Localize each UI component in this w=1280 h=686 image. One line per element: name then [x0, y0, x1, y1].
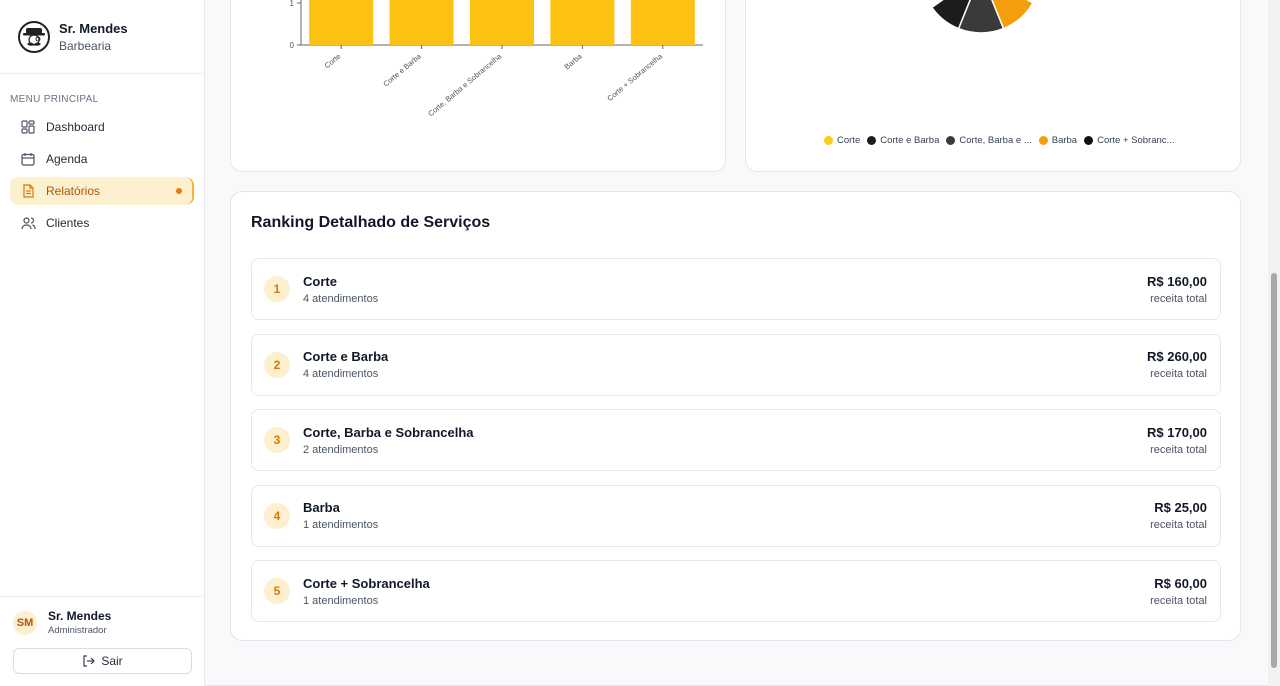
calendar-icon — [20, 151, 36, 167]
sidebar-footer: SM Sr. Mendes Administrador Sair — [0, 596, 205, 686]
sidebar-item-label: Relatórios — [46, 184, 101, 198]
services-bar-chart-card: 0 1 Corte Corte e Barba Corte, Barba e Sobra… — [230, 0, 726, 172]
ranking-title: Ranking Detalhado de Serviços — [251, 214, 491, 231]
ranking-item: 1 Corte 4 atendimentos R$ 160,00 receita t… — [251, 258, 1221, 320]
sidebar: Sr. Mendes Barbearia MENU PRINCIPAL Dash… — [0, 0, 205, 686]
sidebar-item-dashboard[interactable]: Dashboard — [10, 113, 194, 141]
service-count: 2 atendimentos — [303, 443, 379, 456]
legend-dot — [867, 136, 877, 145]
service-count: 1 atendimentos — [303, 519, 379, 531]
pie-legend: Corte Corte e Barba Corte, Barba e ... B… — [824, 135, 1181, 146]
brand-subtitle: Barbearia — [59, 38, 112, 53]
services-pie-chart — [930, 0, 1034, 34]
legend-item: Corte + Sobranc... — [1084, 135, 1174, 146]
revenue-label: receita total — [1150, 368, 1207, 380]
service-revenue: R$ 160,00 — [1147, 273, 1207, 289]
service-count: 1 atendimentos — [303, 594, 379, 607]
scrollbar[interactable] — [1268, 0, 1280, 686]
legend-label: Barba — [1051, 135, 1078, 146]
revenue-label: receita total — [1150, 519, 1207, 531]
service-revenue: R$ 170,00 — [1147, 424, 1207, 440]
x-tick-label: Barba — [563, 51, 585, 71]
service-revenue: R$ 25,00 — [1154, 500, 1207, 515]
brand: Sr. Mendes Barbearia — [0, 0, 204, 74]
sidebar-item-agenda[interactable]: Agenda — [10, 145, 194, 173]
ranking-item: 4 Barba 1 atendimentos R$ 25,00 receita to… — [251, 484, 1221, 547]
bar[interactable] — [470, 0, 534, 45]
rank-badge: 4 — [264, 502, 290, 529]
y-tick-label: 1 — [290, 0, 295, 8]
sidebar-item-label: Agenda — [46, 152, 88, 166]
legend-item: Barba — [1038, 135, 1078, 146]
service-count: 4 atendimentos — [303, 368, 379, 380]
legend-item: Corte e Barba — [867, 135, 939, 146]
user-name: Sr. Mendes — [48, 609, 112, 623]
y-tick-label: 0 — [290, 41, 295, 50]
x-tick-label: Corte + Sobrancelha — [605, 51, 664, 103]
sidebar-item-relatorios[interactable]: Relatórios — [10, 177, 194, 205]
logout-label: Sair — [101, 654, 123, 668]
revenue-label: receita total — [1150, 292, 1207, 305]
sidebar-item-clientes[interactable]: Clientes — [10, 209, 194, 237]
x-tick-label: Corte — [323, 52, 343, 71]
service-revenue: R$ 260,00 — [1147, 349, 1207, 364]
scrollbar-thumb[interactable] — [1271, 273, 1277, 668]
legend-dot — [946, 136, 956, 145]
service-count: 4 atendimentos — [303, 292, 379, 305]
legend-dot — [1038, 136, 1048, 145]
services-pie-chart-card: Corte Corte e Barba Corte, Barba e ... B… — [745, 0, 1241, 172]
logout-button[interactable]: Sair — [13, 648, 192, 674]
legend-label: Corte, Barba e ... — [959, 135, 1032, 146]
dashboard-icon — [20, 119, 36, 135]
rank-badge: 3 — [264, 427, 290, 453]
users-icon — [20, 215, 36, 231]
ranking-item: 5 Corte + Sobrancelha 1 atendimentos R$ 6… — [251, 560, 1221, 622]
sidebar-item-label: Dashboard — [46, 120, 105, 134]
legend-item: Corte — [824, 135, 860, 146]
rank-badge: 5 — [264, 578, 290, 604]
menu-title: MENU PRINCIPAL — [10, 94, 99, 105]
ranking-item: 2 Corte e Barba 4 atendimentos R$ 260,00 r… — [251, 333, 1221, 396]
user-role: Administrador — [48, 625, 107, 636]
avatar: SM — [13, 610, 37, 635]
bar[interactable] — [389, 0, 454, 45]
ranking-item: 3 Corte, Barba e Sobrancelha 2 atendiment… — [251, 409, 1221, 471]
bar[interactable] — [630, 0, 695, 46]
user-profile: SM Sr. Mendes Administrador — [13, 609, 192, 636]
revenue-label: receita total — [1150, 443, 1207, 456]
barber-logo-icon — [18, 20, 50, 53]
legend-dot — [824, 136, 833, 145]
ranking-card: Ranking Detalhado de Serviços 1 Corte 4 a… — [230, 191, 1241, 641]
service-name: Corte e Barba — [303, 349, 389, 364]
bar[interactable] — [309, 0, 374, 45]
ranking-list: 1 Corte 4 atendimentos R$ 160,00 receita t… — [251, 258, 1221, 636]
service-name: Corte + Sobrancelha — [303, 575, 430, 591]
x-tick-label: Corte, Barba e Sobrancelha — [426, 51, 504, 118]
logout-icon — [82, 655, 96, 667]
rank-badge: 1 — [264, 276, 290, 302]
service-name: Barba — [303, 500, 340, 515]
rank-badge: 2 — [264, 351, 290, 378]
x-tick-label: Corte e Barba — [381, 51, 423, 88]
report-icon — [20, 183, 36, 199]
services-bar-chart: 0 1 Corte Corte e Barba Corte, Barba e Sobra… — [290, 0, 703, 118]
service-name: Corte, Barba e Sobrancelha — [303, 424, 474, 440]
revenue-label: receita total — [1150, 594, 1207, 607]
active-indicator — [176, 188, 182, 194]
legend-dot — [1084, 136, 1094, 145]
service-name: Corte — [303, 273, 337, 289]
legend-label: Corte e Barba — [880, 135, 940, 146]
service-revenue: R$ 60,00 — [1154, 575, 1207, 591]
legend-item: Corte, Barba e ... — [946, 135, 1032, 146]
brand-name: Sr. Mendes — [59, 20, 128, 36]
legend-label: Corte — [837, 135, 861, 146]
sidebar-item-label: Clientes — [46, 216, 90, 230]
bar[interactable] — [550, 0, 615, 46]
legend-label: Corte + Sobranc... — [1097, 135, 1175, 146]
